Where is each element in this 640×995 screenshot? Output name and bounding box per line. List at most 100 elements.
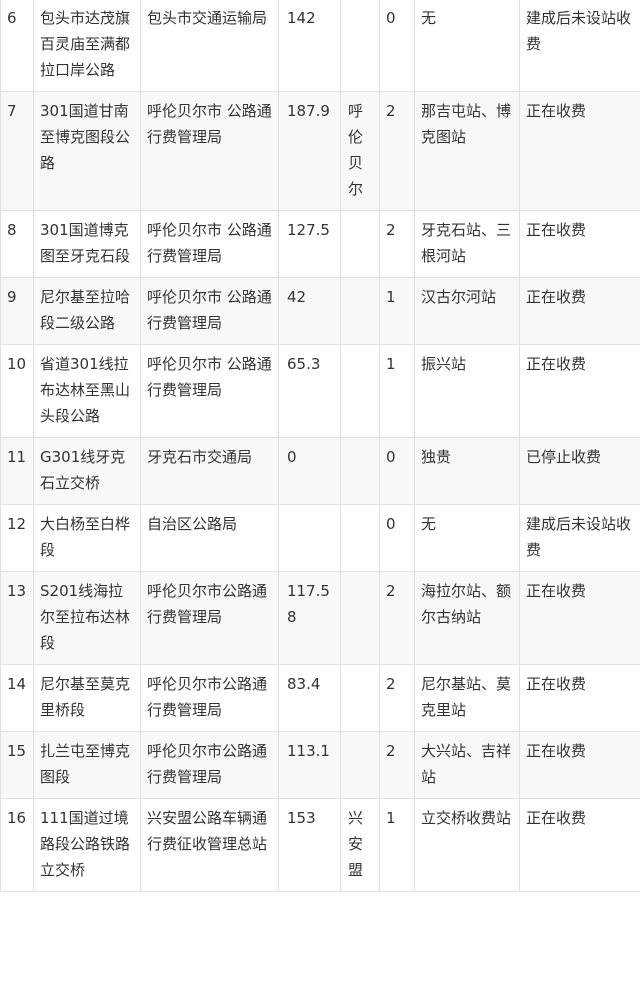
station-names: 大兴站、吉祥站 [414, 731, 520, 799]
road-name: 301国道博克图至牙克石段 [33, 210, 141, 278]
region [340, 664, 380, 732]
region: 兴安盟 [340, 798, 380, 892]
station-count: 0 [379, 437, 415, 505]
road-length: 0 [278, 437, 341, 505]
managing-unit: 自治区公路局 [140, 504, 279, 572]
row-number: 12 [0, 504, 34, 572]
road-length: 113.1 [278, 731, 341, 799]
managing-unit: 呼伦贝尔市 公路通行费管理局 [140, 210, 279, 278]
road-name: 扎兰屯至博克图段 [33, 731, 141, 799]
toll-status: 正在收费 [519, 664, 640, 732]
station-names: 独贵 [414, 437, 520, 505]
row-number: 9 [0, 277, 34, 345]
table-row: 16 111国道过境路段公路铁路立交桥 兴安盟公路车辆通行费征收管理总站 153… [0, 798, 640, 892]
station-names: 立交桥收费站 [414, 798, 520, 892]
station-names: 海拉尔站、额尔古纳站 [414, 571, 520, 665]
row-number: 15 [0, 731, 34, 799]
station-names: 汉古尔河站 [414, 277, 520, 345]
road-name: 包头市达茂旗百灵庙至满都拉口岸公路 [33, 0, 141, 92]
road-length: 117.58 [278, 571, 341, 665]
road-name: 尼尔基至莫克里桥段 [33, 664, 141, 732]
region [340, 731, 380, 799]
road-length: 142 [278, 0, 341, 92]
toll-status: 已停止收费 [519, 437, 640, 505]
station-names: 牙克石站、三根河站 [414, 210, 520, 278]
road-length [278, 504, 341, 572]
road-name: S201线海拉尔至拉布达林段 [33, 571, 141, 665]
row-number: 7 [0, 91, 34, 211]
station-count: 2 [379, 664, 415, 732]
toll-status: 正在收费 [519, 571, 640, 665]
station-count: 2 [379, 731, 415, 799]
road-name: 尼尔基至拉哈段二级公路 [33, 277, 141, 345]
toll-status: 正在收费 [519, 277, 640, 345]
toll-status: 建成后未设站收费 [519, 0, 640, 92]
table-row: 8 301国道博克图至牙克石段 呼伦贝尔市 公路通行费管理局 127.5 2 牙… [0, 210, 640, 278]
row-number: 13 [0, 571, 34, 665]
road-length: 83.4 [278, 664, 341, 732]
table-row: 14 尼尔基至莫克里桥段 呼伦贝尔市公路通行费管理局 83.4 2 尼尔基站、莫… [0, 664, 640, 732]
region [340, 437, 380, 505]
road-name: 省道301线拉布达林至黑山头段公路 [33, 344, 141, 438]
managing-unit: 呼伦贝尔市 公路通行费管理局 [140, 277, 279, 345]
table-row: 7 301国道甘南至博克图段公路 呼伦贝尔市 公路通行费管理局 187.9 呼伦… [0, 91, 640, 211]
road-name: G301线牙克石立交桥 [33, 437, 141, 505]
row-number: 11 [0, 437, 34, 505]
station-count: 2 [379, 91, 415, 211]
managing-unit: 呼伦贝尔市公路通行费管理局 [140, 731, 279, 799]
row-number: 16 [0, 798, 34, 892]
road-length: 153 [278, 798, 341, 892]
table-row: 15 扎兰屯至博克图段 呼伦贝尔市公路通行费管理局 113.1 2 大兴站、吉祥… [0, 731, 640, 799]
road-name: 301国道甘南至博克图段公路 [33, 91, 141, 211]
station-count: 2 [379, 571, 415, 665]
road-length: 187.9 [278, 91, 341, 211]
station-count: 1 [379, 344, 415, 438]
managing-unit: 牙克石市交通局 [140, 437, 279, 505]
toll-status: 正在收费 [519, 731, 640, 799]
region: 呼伦贝尔 [340, 91, 380, 211]
toll-status: 正在收费 [519, 344, 640, 438]
toll-status: 建成后未设站收费 [519, 504, 640, 572]
toll-status: 正在收费 [519, 91, 640, 211]
station-names: 无 [414, 0, 520, 92]
station-count: 2 [379, 210, 415, 278]
managing-unit: 包头市交通运输局 [140, 0, 279, 92]
region [340, 571, 380, 665]
station-names: 尼尔基站、莫克里站 [414, 664, 520, 732]
station-count: 1 [379, 798, 415, 892]
table-row: 6 包头市达茂旗百灵庙至满都拉口岸公路 包头市交通运输局 142 0 无 建成后… [0, 0, 640, 92]
table-row: 12 大白杨至白桦段 自治区公路局 0 无 建成后未设站收费 [0, 504, 640, 572]
station-count: 0 [379, 504, 415, 572]
road-name: 111国道过境路段公路铁路立交桥 [33, 798, 141, 892]
table-row: 13 S201线海拉尔至拉布达林段 呼伦贝尔市公路通行费管理局 117.58 2… [0, 571, 640, 665]
row-number: 6 [0, 0, 34, 92]
table-row: 10 省道301线拉布达林至黑山头段公路 呼伦贝尔市 公路通行费管理局 65.3… [0, 344, 640, 438]
row-number: 14 [0, 664, 34, 732]
region [340, 344, 380, 438]
table-row: 11 G301线牙克石立交桥 牙克石市交通局 0 0 独贵 已停止收费 [0, 437, 640, 505]
row-number: 10 [0, 344, 34, 438]
road-length: 127.5 [278, 210, 341, 278]
region [340, 277, 380, 345]
managing-unit: 呼伦贝尔市公路通行费管理局 [140, 664, 279, 732]
managing-unit: 呼伦贝尔市公路通行费管理局 [140, 571, 279, 665]
road-length: 65.3 [278, 344, 341, 438]
region [340, 0, 380, 92]
toll-status: 正在收费 [519, 210, 640, 278]
toll-status: 正在收费 [519, 798, 640, 892]
station-names: 振兴站 [414, 344, 520, 438]
station-names: 无 [414, 504, 520, 572]
managing-unit: 兴安盟公路车辆通行费征收管理总站 [140, 798, 279, 892]
region [340, 210, 380, 278]
road-length: 42 [278, 277, 341, 345]
managing-unit: 呼伦贝尔市 公路通行费管理局 [140, 91, 279, 211]
road-name: 大白杨至白桦段 [33, 504, 141, 572]
row-number: 8 [0, 210, 34, 278]
station-names: 那吉屯站、博克图站 [414, 91, 520, 211]
station-count: 1 [379, 277, 415, 345]
managing-unit: 呼伦贝尔市 公路通行费管理局 [140, 344, 279, 438]
table-row: 9 尼尔基至拉哈段二级公路 呼伦贝尔市 公路通行费管理局 42 1 汉古尔河站 … [0, 277, 640, 345]
region [340, 504, 380, 572]
toll-road-table: 6 包头市达茂旗百灵庙至满都拉口岸公路 包头市交通运输局 142 0 无 建成后… [0, 0, 640, 892]
station-count: 0 [379, 0, 415, 92]
